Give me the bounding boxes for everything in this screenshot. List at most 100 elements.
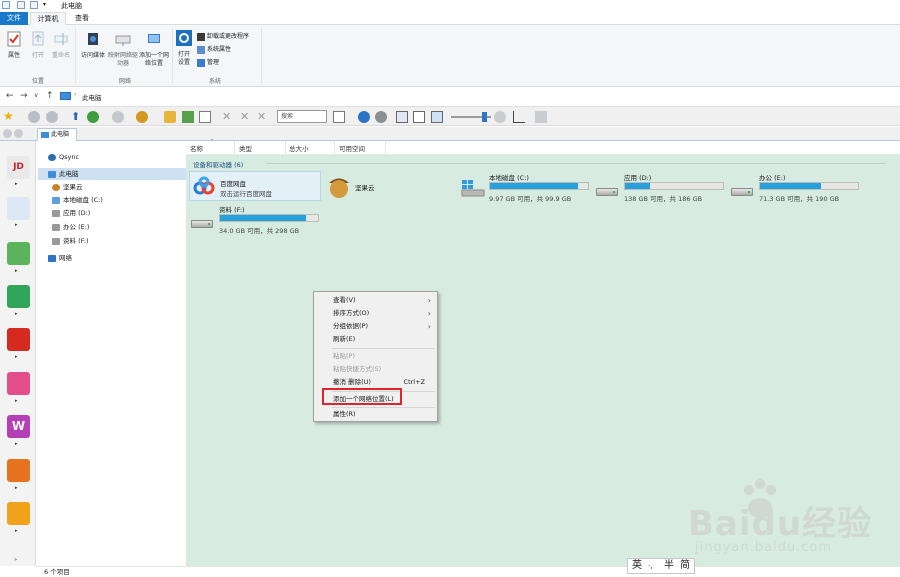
- navigation-pane-icon[interactable]: [431, 111, 443, 123]
- nav-item-drive-e[interactable]: 办公 (E:): [52, 221, 89, 233]
- nav-item-jianguoyun[interactable]: 坚果云: [52, 181, 83, 193]
- column-total-size[interactable]: 总大小: [289, 143, 309, 153]
- pink-app-icon[interactable]: [7, 372, 30, 395]
- tab-file[interactable]: 文件: [0, 12, 28, 25]
- options-gear-icon[interactable]: [375, 111, 387, 123]
- lock-icon[interactable]: [164, 111, 176, 123]
- favorites-star-icon[interactable]: ★: [3, 109, 14, 123]
- expand-arrow-icon[interactable]: ▸: [15, 311, 18, 317]
- column-divider[interactable]: [385, 141, 386, 155]
- toolbox-app-icon[interactable]: [7, 328, 30, 351]
- game-app-icon[interactable]: [7, 242, 30, 265]
- drive-tile-d[interactable]: 应用 (D:) 138 GB 可用，共 186 GB: [596, 171, 726, 203]
- chart-icon[interactable]: [513, 111, 525, 123]
- forward-arrow-icon[interactable]: →: [20, 91, 28, 101]
- expand-arrow-icon[interactable]: ▸: [15, 441, 18, 447]
- ime-punctuation-toggle[interactable]: ·,: [648, 559, 652, 573]
- ime-width-toggle[interactable]: 半: [664, 559, 674, 573]
- recent-dropdown-icon[interactable]: ∨: [34, 91, 38, 101]
- yellow-app-icon[interactable]: [7, 502, 30, 525]
- group-header[interactable]: 设备和驱动器 (6): [193, 159, 243, 169]
- expand-arrow-icon[interactable]: ▸: [15, 181, 18, 187]
- expand-arrow-icon[interactable]: ▸: [15, 354, 18, 360]
- back-arrow-icon[interactable]: ←: [6, 91, 14, 101]
- tab-this-pc[interactable]: 此电脑: [37, 128, 77, 141]
- system-properties-button[interactable]: 系统属性: [197, 44, 231, 55]
- expand-arrow-icon[interactable]: ▸: [15, 222, 18, 228]
- color-wheel-icon[interactable]: [136, 111, 148, 123]
- tab-computer[interactable]: 计算机: [30, 12, 66, 25]
- column-divider[interactable]: [334, 141, 335, 155]
- drive-tile-e[interactable]: 办公 (E:) 71.3 GB 可用，共 190 GB: [731, 171, 861, 203]
- drive-icon: [731, 188, 753, 196]
- properties-button[interactable]: 属性: [3, 31, 25, 60]
- delete-icon[interactable]: ✕: [240, 110, 249, 123]
- up-arrow-icon[interactable]: ↑: [46, 91, 54, 101]
- column-divider[interactable]: [285, 141, 286, 155]
- ime-language-toggle[interactable]: 英: [632, 559, 642, 573]
- network-link-icon[interactable]: [358, 111, 370, 123]
- folder-tab-strip: 此电脑: [0, 127, 900, 141]
- tab-view[interactable]: 查看: [68, 12, 96, 25]
- nav-item-this-pc[interactable]: 此电脑: [38, 168, 186, 180]
- expand-arrow-icon[interactable]: ▸: [15, 268, 18, 274]
- add-network-location-button[interactable]: 添加一个网络位置: [139, 31, 169, 68]
- expand-arrow-icon[interactable]: ▸: [15, 398, 18, 404]
- history-icon[interactable]: [112, 111, 124, 123]
- word-app-icon[interactable]: W: [7, 415, 30, 438]
- details-pane-icon[interactable]: [413, 111, 425, 123]
- jd-app-icon[interactable]: JD: [7, 156, 30, 179]
- nav-item-qsync[interactable]: Qsync: [48, 151, 79, 163]
- zoom-slider-thumb[interactable]: [482, 112, 487, 122]
- menu-item-group-by[interactable]: 分组依据(P) ›: [314, 320, 437, 333]
- nav-item-drive-c[interactable]: 本地磁盘 (C:): [52, 194, 103, 206]
- forward-circle-icon[interactable]: [46, 111, 58, 123]
- app-tile-baidu-netdisk[interactable]: 百度网盘 双击运行百度网盘: [189, 171, 321, 201]
- menu-item-refresh[interactable]: 刷新(E): [314, 333, 437, 346]
- orange-app-icon[interactable]: [7, 459, 30, 482]
- menu-item-sort-by[interactable]: 排序方式(O) ›: [314, 307, 437, 320]
- back-circle-icon[interactable]: [28, 111, 40, 123]
- manage-button[interactable]: 管理: [197, 57, 219, 68]
- breadcrumb-path[interactable]: 此电脑: [82, 92, 102, 102]
- nav-item-network[interactable]: 网络: [48, 252, 72, 264]
- nav-item-drive-f[interactable]: 资料 (F:): [52, 235, 89, 247]
- map-network-drive-button[interactable]: 映射网络驱动器: [108, 31, 138, 68]
- column-divider[interactable]: [234, 141, 235, 155]
- tab-forward-icon[interactable]: [14, 129, 23, 138]
- document-icon[interactable]: [535, 111, 547, 123]
- expand-arrow-icon[interactable]: ▸: [15, 485, 18, 491]
- remove-icon[interactable]: ✕: [257, 110, 266, 123]
- rename-button[interactable]: 重命名: [50, 31, 72, 60]
- quick-access-newfolder-icon[interactable]: [30, 1, 38, 9]
- nav-item-drive-d[interactable]: 应用 (D:): [52, 207, 90, 219]
- preview-pane-icon[interactable]: [396, 111, 408, 123]
- uninstall-programs-button[interactable]: 卸载或更改程序: [197, 31, 249, 42]
- atom-app-icon[interactable]: [7, 285, 30, 308]
- cut-icon[interactable]: ✕: [222, 110, 231, 123]
- access-media-button[interactable]: 访问媒体: [78, 31, 108, 60]
- refresh-icon[interactable]: [87, 111, 99, 123]
- laptop-app-icon[interactable]: [7, 197, 30, 220]
- column-type[interactable]: 类型: [239, 143, 252, 153]
- open-settings-button[interactable]: 打开设置: [174, 30, 194, 67]
- more-apps-icon[interactable]: »: [14, 557, 17, 563]
- drive-tile-c[interactable]: 本地磁盘 (C:) 9.97 GB 可用，共 99.9 GB: [461, 171, 591, 203]
- view-mode-icon[interactable]: [333, 111, 345, 123]
- menu-item-view[interactable]: 查看(V) ›: [314, 294, 437, 307]
- tab-back-icon[interactable]: [3, 129, 12, 138]
- menu-item-properties[interactable]: 属性(R): [314, 408, 437, 421]
- up-blue-arrow-icon[interactable]: ⬆: [71, 110, 80, 123]
- app-tile-jianguoyun[interactable]: 坚果云: [324, 171, 424, 201]
- eye-icon[interactable]: [494, 111, 506, 123]
- quick-access-dropdown-icon[interactable]: ▾: [43, 1, 46, 8]
- column-free-space[interactable]: 可用空间: [339, 143, 365, 153]
- quick-access-properties-icon[interactable]: [17, 1, 25, 9]
- toolbar-search-input[interactable]: 搜索: [277, 110, 327, 123]
- drive-tile-f[interactable]: 资料 (F:) 34.0 GB 可用，共 298 GB: [191, 203, 321, 235]
- open-button[interactable]: 打开: [27, 31, 49, 60]
- column-name[interactable]: 名称: [190, 143, 203, 153]
- duplicate-icon[interactable]: [199, 111, 211, 123]
- copy-to-icon[interactable]: [182, 111, 194, 123]
- expand-arrow-icon[interactable]: ▸: [15, 528, 18, 534]
